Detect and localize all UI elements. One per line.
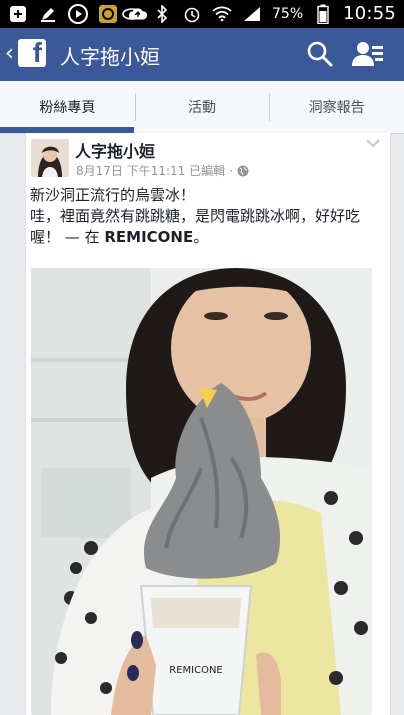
post-author[interactable]: 人字拖小姮 <box>75 138 155 162</box>
location-link[interactable]: REMICONE <box>104 228 193 246</box>
alarm-icon <box>182 4 202 24</box>
clock-time: 10:55 <box>343 3 396 24</box>
location-prefix: — 在 <box>64 228 100 246</box>
signal-icon <box>242 4 262 24</box>
post-text-line1: 新沙洞正流行的烏雲冰！ <box>30 186 196 204</box>
post-body: 新沙洞正流行的烏雲冰！ 哇，裡面竟然有跳跳糖，是閃電跳跳冰啊，好好吃喔！ — 在… <box>30 185 370 248</box>
battery-icon <box>313 4 333 24</box>
facebook-logo-icon[interactable]: f <box>18 39 46 67</box>
post-photo[interactable]: REMICONE <box>31 268 372 715</box>
edit-icon <box>38 4 58 24</box>
status-bar: 75% 10:55 <box>0 0 404 28</box>
add-icon <box>8 4 28 24</box>
eye-icon <box>122 4 142 24</box>
status-right-icons: 75% 10:55 <box>122 3 396 24</box>
logo-letter: f <box>32 37 42 68</box>
wifi-icon <box>212 4 232 24</box>
battery-percent: 75% <box>272 5 304 22</box>
post-options-chevron-icon[interactable] <box>366 138 380 148</box>
post-meta: 8月17日 下午11:11 已編輯 · <box>76 162 249 179</box>
location-suffix: 。 <box>193 228 209 246</box>
post-timestamp[interactable]: 8月17日 下午11:11 已編輯 <box>76 162 225 179</box>
cup-brand-label: REMICONE <box>169 665 223 676</box>
media-icon <box>98 4 118 24</box>
page-title: 人字拖小姮 <box>60 45 160 69</box>
tab-insights[interactable]: 洞察報告 <box>269 81 404 133</box>
search-icon[interactable] <box>306 40 334 68</box>
bluetooth-icon <box>152 4 172 24</box>
app-header: ‹ f 人字拖小姮 <box>0 28 404 81</box>
tab-fan-page[interactable]: 粉絲專頁 <box>0 81 135 133</box>
friend-requests-icon[interactable] <box>352 40 384 68</box>
post-text-line2: 哇，裡面竟然有跳跳糖，是閃電跳跳冰啊，好好吃喔！ — 在 REMICONE。 <box>30 206 370 248</box>
post-card: 人字拖小姮 8月17日 下午11:11 已編輯 · 新沙洞正流行的烏雲冰！ 哇，… <box>25 133 391 715</box>
avatar[interactable] <box>31 139 69 177</box>
tab-events[interactable]: 活動 <box>134 81 270 133</box>
globe-icon <box>237 165 249 176</box>
back-chevron-icon[interactable]: ‹ <box>5 42 14 66</box>
play-icon <box>68 4 88 24</box>
